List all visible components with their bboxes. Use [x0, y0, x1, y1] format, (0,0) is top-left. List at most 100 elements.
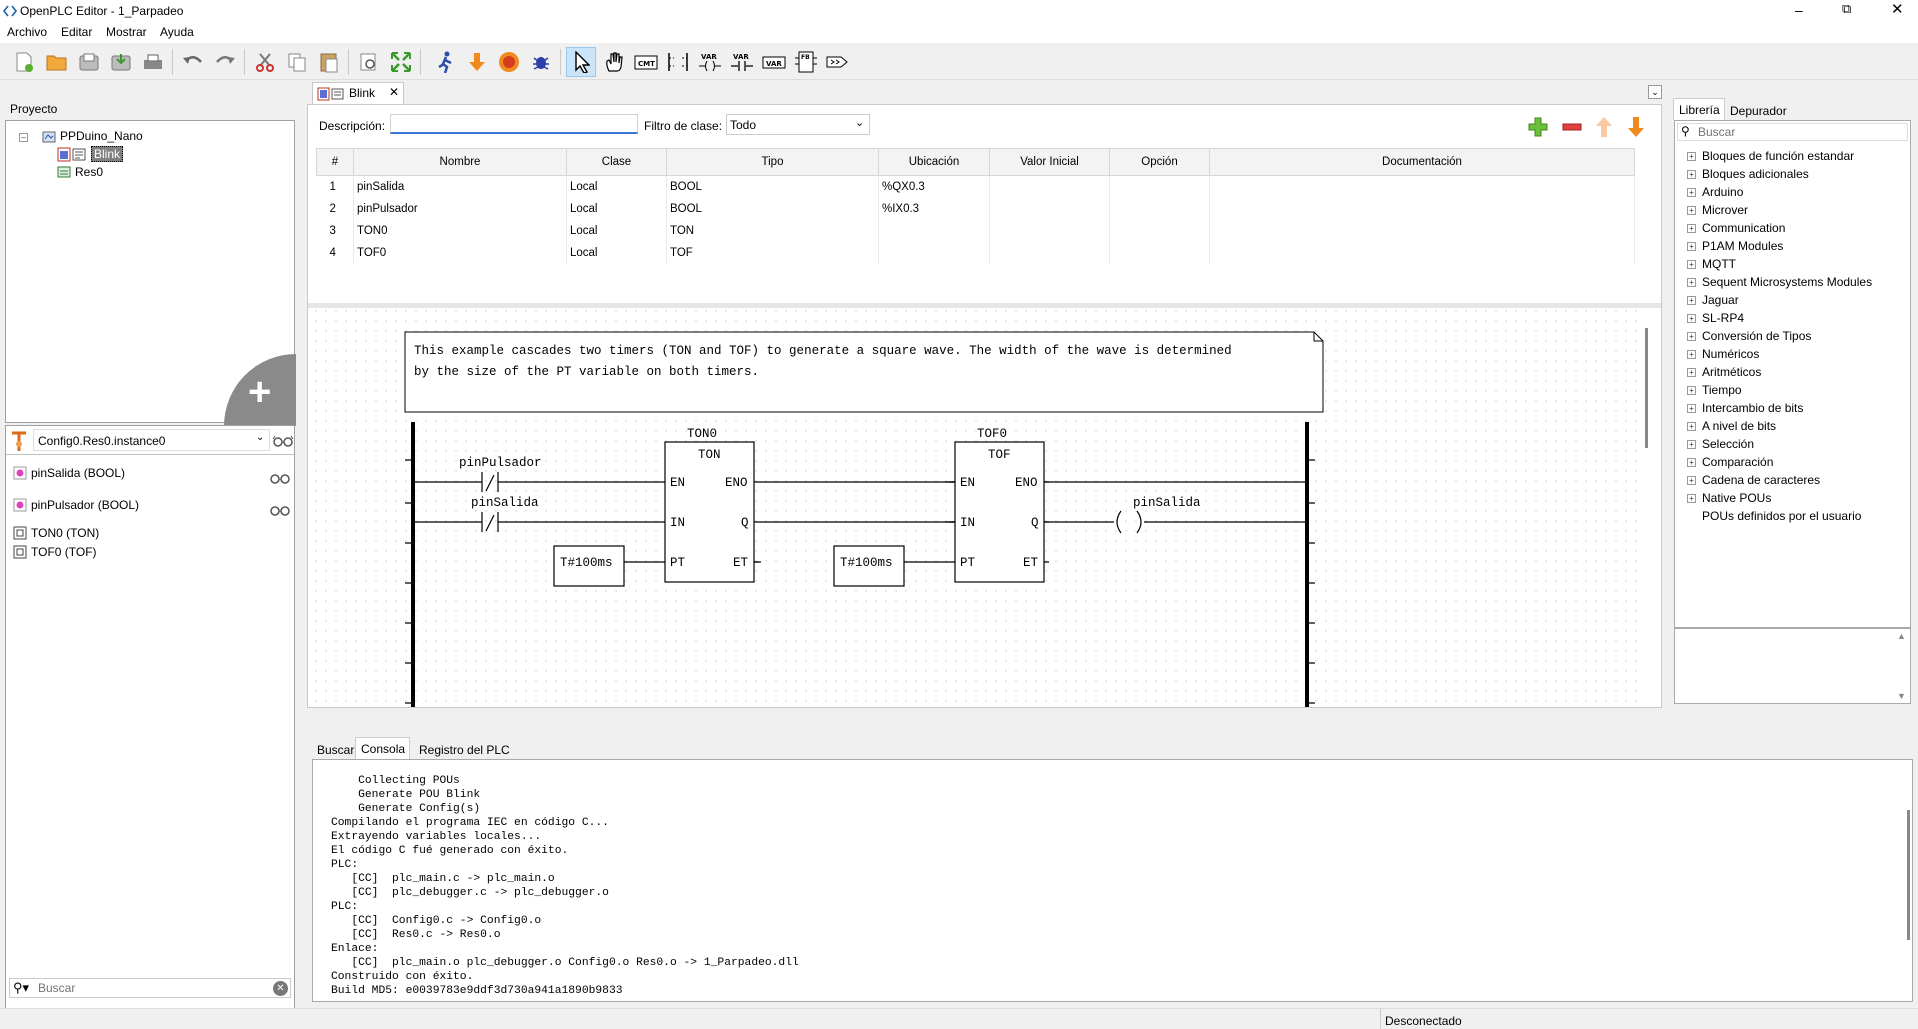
library-item[interactable]: + Sequent Microsystems Modules	[1687, 275, 1872, 289]
table-cell[interactable]: 1	[316, 175, 354, 198]
tab-libreria[interactable]: Librería	[1673, 98, 1725, 120]
library-item[interactable]: + Communication	[1687, 221, 1785, 235]
table-cell[interactable]	[1209, 241, 1635, 264]
download-icon[interactable]	[464, 49, 490, 75]
table-cell[interactable]: TON0	[353, 219, 567, 242]
tab-buscar[interactable]: Buscar	[317, 743, 354, 757]
move-up-icon[interactable]	[1595, 116, 1613, 138]
table-cell[interactable]: TON	[666, 219, 879, 242]
instance-var-pinpulsador[interactable]: pinPulsador (BOOL)	[13, 498, 139, 512]
var-block-icon[interactable]: VAR	[761, 49, 787, 75]
library-item[interactable]: + Tiempo	[1687, 383, 1742, 397]
glasses-icon[interactable]	[269, 504, 291, 516]
tab-proyecto[interactable]: Proyecto	[10, 102, 57, 116]
remove-variable-icon[interactable]	[1562, 122, 1582, 132]
comment-icon[interactable]: CMT	[633, 49, 659, 75]
diagram-scrollbar[interactable]	[1645, 328, 1648, 448]
console-output[interactable]: Collecting POUs Generate POU Blink Gener…	[312, 759, 1913, 1002]
library-item[interactable]: + Native POUs	[1687, 491, 1771, 505]
right-power-rail[interactable]	[1305, 422, 1309, 707]
contact-icon[interactable]: VAR	[729, 49, 755, 75]
library-item[interactable]: + MQTT	[1687, 257, 1736, 271]
table-cell[interactable]: Local	[566, 219, 667, 242]
glasses-icon[interactable]	[272, 435, 294, 447]
paste-icon[interactable]	[316, 49, 342, 75]
library-item[interactable]: + P1AM Modules	[1687, 239, 1783, 253]
save-icon[interactable]	[76, 49, 102, 75]
minimize-button[interactable]: –	[1795, 2, 1803, 18]
hand-icon[interactable]	[601, 49, 627, 75]
table-cell[interactable]: pinPulsador	[353, 197, 567, 220]
table-cell[interactable]: Local	[566, 175, 667, 198]
col-header[interactable]: #	[316, 148, 354, 176]
table-cell[interactable]: BOOL	[666, 175, 879, 198]
table-row[interactable]: 1 pinSalida Local BOOL %QX0.3	[316, 175, 1635, 198]
col-header[interactable]: Opción	[1109, 148, 1210, 176]
library-item[interactable]: + Intercambio de bits	[1687, 401, 1803, 415]
scroll-up-icon[interactable]: ▲	[1897, 631, 1906, 641]
tab-list-dropdown[interactable]: ⌄	[1648, 85, 1662, 99]
instance-var-ton0[interactable]: TON0 (TON)	[13, 526, 99, 540]
move-down-icon[interactable]	[1627, 116, 1645, 138]
tab-depurador[interactable]: Depurador	[1730, 104, 1787, 118]
table-cell[interactable]	[1109, 175, 1210, 198]
power-rail-icon[interactable]	[665, 49, 691, 75]
library-item[interactable]: + Aritméticos	[1687, 365, 1761, 379]
tab-consola[interactable]: Consola	[355, 737, 410, 759]
table-cell[interactable]	[878, 219, 990, 242]
console-scrollbar[interactable]	[1907, 810, 1910, 940]
library-item[interactable]: POUs definidos por el usuario	[1702, 509, 1861, 523]
instance-selector[interactable]: Config0.Res0.instance0 ⌄	[33, 429, 270, 451]
cut-icon[interactable]	[252, 49, 278, 75]
instance-var-tof0[interactable]: TOF0 (TOF)	[13, 545, 97, 559]
tree-item-res0[interactable]: Res0	[57, 165, 103, 179]
print-icon[interactable]	[140, 49, 166, 75]
run-icon[interactable]	[432, 49, 458, 75]
table-cell[interactable]: %IX0.3	[878, 197, 990, 220]
tree-root-item[interactable]: PPDuino_Nano	[42, 129, 143, 143]
fullscreen-icon[interactable]	[388, 49, 414, 75]
open-folder-icon[interactable]	[44, 49, 70, 75]
library-item[interactable]: + Bloques adicionales	[1687, 167, 1809, 181]
new-file-icon[interactable]	[11, 49, 37, 75]
table-cell[interactable]	[1109, 219, 1210, 242]
editor-splitter[interactable]	[308, 303, 1661, 308]
col-header[interactable]: Ubicación	[878, 148, 990, 176]
library-item[interactable]: + Numéricos	[1687, 347, 1759, 361]
table-cell[interactable]	[1109, 197, 1210, 220]
table-cell[interactable]: pinSalida	[353, 175, 567, 198]
table-cell[interactable]	[989, 241, 1110, 264]
col-header[interactable]: Tipo	[666, 148, 879, 176]
library-item[interactable]: + Conversión de Tipos	[1687, 329, 1811, 343]
find-icon[interactable]	[356, 49, 382, 75]
instance-var-pinsalida[interactable]: pinSalida (BOOL)	[13, 466, 125, 480]
table-cell[interactable]: Local	[566, 241, 667, 264]
save-as-icon[interactable]	[108, 49, 134, 75]
library-item[interactable]: + Selección	[1687, 437, 1754, 451]
table-cell[interactable]: 2	[316, 197, 354, 220]
table-cell[interactable]	[1209, 219, 1635, 242]
left-search-input[interactable]	[38, 980, 258, 996]
table-cell[interactable]: TOF	[666, 241, 879, 264]
clear-search-icon[interactable]: ✕	[273, 981, 288, 996]
table-cell[interactable]: 4	[316, 241, 354, 264]
table-cell[interactable]	[878, 241, 990, 264]
left-power-rail[interactable]	[411, 422, 415, 707]
library-item[interactable]: + Cadena de caracteres	[1687, 473, 1820, 487]
table-cell[interactable]	[989, 219, 1110, 242]
close-window-button[interactable]: ✕	[1891, 0, 1904, 18]
menu-mostrar[interactable]: Mostrar	[106, 25, 147, 39]
function-block-icon[interactable]: FB	[793, 49, 819, 75]
undo-icon[interactable]	[180, 49, 206, 75]
library-item[interactable]: + Bloques de función estandar	[1687, 149, 1854, 163]
scroll-down-icon[interactable]: ▼	[1897, 691, 1906, 701]
table-cell[interactable]: %QX0.3	[878, 175, 990, 198]
table-cell[interactable]: 3	[316, 219, 354, 242]
tab-registro-plc[interactable]: Registro del PLC	[419, 743, 510, 757]
table-cell[interactable]	[1209, 197, 1635, 220]
glasses-icon[interactable]	[269, 472, 291, 484]
col-header[interactable]: Nombre	[353, 148, 567, 176]
tree-collapse-toggle[interactable]: –	[19, 133, 28, 142]
copy-icon[interactable]	[284, 49, 310, 75]
table-cell[interactable]	[989, 197, 1110, 220]
